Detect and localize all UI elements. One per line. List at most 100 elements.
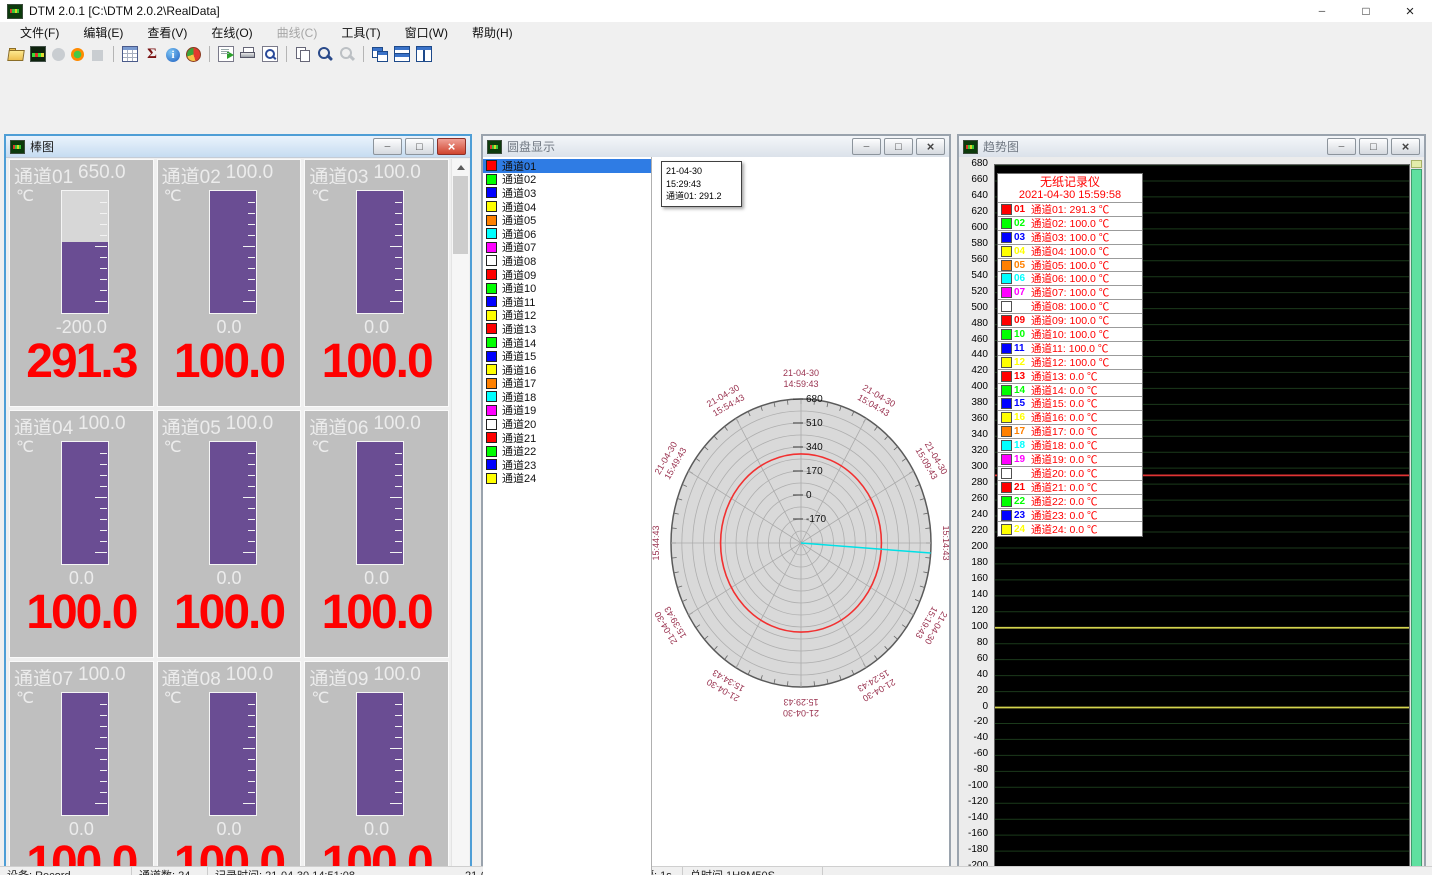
y-axis-tick-label: -60 [959, 748, 990, 759]
disc-window-maximize-button[interactable] [884, 138, 913, 155]
statistics-sigma-icon[interactable] [144, 46, 160, 62]
export-data-icon[interactable] [218, 46, 234, 62]
slider-bar[interactable] [1411, 169, 1422, 875]
bar-window-scrollbar[interactable] [451, 159, 469, 875]
bar-window-minimize-button[interactable] [373, 138, 402, 155]
app-maximize-button[interactable] [1344, 0, 1388, 22]
toolbar-separator [113, 46, 114, 62]
bar-chart-window: 棒图 通道01650.0℃-200.0291.3通道02100.0℃0.0100… [4, 134, 472, 875]
legend-channel-value: 通道10: 100.0 ℃ [1031, 328, 1109, 342]
bar-window-titlebar[interactable]: 棒图 [6, 136, 470, 158]
gauge-tick [100, 475, 107, 476]
trend-window-maximize-button[interactable] [1359, 138, 1388, 155]
y-axis-tick-label: 600 [959, 222, 990, 233]
record-icon[interactable] [71, 48, 84, 61]
menu-online[interactable]: 在线(O) [199, 24, 264, 41]
gauge-header: 通道01650.0 [10, 160, 153, 184]
app-close-button[interactable] [1388, 0, 1432, 22]
legend-channel-value: 通道22: 0.0 ℃ [1031, 495, 1098, 509]
realtime-chart-icon[interactable] [30, 46, 46, 62]
gauge-tick [395, 224, 402, 225]
disc-window-titlebar[interactable]: 圆盘显示 [483, 136, 949, 158]
trend-window-close-button[interactable] [1391, 138, 1420, 155]
print-preview-icon[interactable] [262, 46, 278, 62]
zoom-out-disabled-icon[interactable] [339, 46, 355, 62]
bar-gauge-cell: 通道03100.0℃0.0100.0 [304, 159, 449, 407]
legend-channel-number: 07 [1014, 287, 1031, 298]
application-window: DTM 2.0.1 [C:\DTM 2.0.2\RealData] 文件(F)编… [0, 0, 1432, 875]
y-axis-tick-label: 100 [959, 621, 990, 632]
channel-name: 通道08 [162, 664, 222, 686]
bar-window-close-button[interactable] [437, 138, 466, 155]
gauge-tick [395, 759, 402, 760]
print-icon[interactable] [240, 46, 256, 62]
status-item: 设备: Record [0, 867, 132, 875]
legend-color-swatch [1001, 232, 1012, 243]
channel-list-item[interactable]: 通道24 [483, 472, 651, 486]
legend-channel-value: 通道07: 100.0 ℃ [1031, 286, 1109, 300]
disc-window-close-button[interactable] [916, 138, 945, 155]
data-table-icon[interactable] [122, 46, 138, 62]
gauge-tick [248, 770, 255, 771]
legend-channel-number: 15 [1014, 398, 1031, 409]
gauge-tick [95, 497, 107, 498]
menu-window[interactable]: 窗口(W) [393, 24, 460, 41]
y-axis-tick-label: 540 [959, 270, 990, 281]
gauge-tick [248, 508, 255, 509]
y-axis-tick-label: 260 [959, 493, 990, 504]
gauge-header: 通道05100.0 [158, 411, 301, 435]
gauge-track [209, 441, 257, 565]
legend-row: 21通道21: 0.0 ℃ [998, 481, 1142, 495]
scrollbar-up-button[interactable] [452, 159, 469, 175]
gauge-unit: ℃ [311, 437, 329, 457]
tile-vertical-icon[interactable] [416, 46, 432, 62]
legend-channel-number: 17 [1014, 426, 1031, 437]
open-file-icon[interactable] [8, 46, 24, 62]
zoom-in-icon[interactable] [317, 46, 333, 62]
gauge-tick [395, 464, 402, 465]
trend-y-axis: 6806606406206005805605405205004804604404… [959, 157, 990, 875]
gauge-unit: ℃ [164, 186, 182, 206]
gauge-tick [248, 453, 255, 454]
gauge-tick [395, 453, 402, 454]
trend-window-minimize-button[interactable] [1327, 138, 1356, 155]
legend-color-swatch [1001, 524, 1012, 535]
status-circle-disabled-icon[interactable] [52, 48, 65, 61]
scrollbar-thumb[interactable] [453, 176, 468, 254]
legend-channel-number: 08 [1014, 301, 1031, 312]
gauge-tick [95, 748, 107, 749]
slider-top-handle[interactable] [1411, 160, 1422, 168]
disc-window-controls [849, 138, 945, 155]
info-icon[interactable] [166, 48, 180, 62]
trend-legend: 无纸记录仪 2021-04-30 15:59:58 01通道01: 291.3 … [997, 173, 1143, 537]
cascade-windows-icon[interactable] [372, 46, 388, 62]
copy-icon[interactable] [295, 46, 311, 62]
channel-name: 通道02 [162, 162, 222, 184]
app-minimize-button[interactable] [1300, 0, 1344, 22]
channel-color-swatch [486, 215, 497, 226]
channel-color-swatch [486, 446, 497, 457]
legend-row: 05通道05: 100.0 ℃ [998, 259, 1142, 273]
gauge-tick [100, 508, 107, 509]
trend-vertical-slider[interactable] [1410, 160, 1423, 875]
channel-color-swatch [486, 255, 497, 266]
trend-window-titlebar[interactable]: 趋势图 [959, 136, 1424, 158]
disc-window-title: 圆盘显示 [507, 138, 555, 155]
gauge-fill [62, 242, 108, 313]
legend-datetime: 2021-04-30 15:59:58 [998, 189, 1142, 203]
y-axis-tick-label: 660 [959, 174, 990, 185]
menu-help[interactable]: 帮助(H) [460, 24, 525, 41]
legend-channel-number: 13 [1014, 371, 1031, 382]
y-axis-tick-label: -40 [959, 732, 990, 743]
legend-channel-number: 10 [1014, 329, 1031, 340]
tile-horizontal-icon[interactable] [394, 46, 410, 62]
menu-file[interactable]: 文件(F) [8, 24, 71, 41]
stop-disabled-icon[interactable] [92, 50, 103, 61]
menu-view[interactable]: 查看(V) [135, 24, 199, 41]
gauge-tick [395, 737, 402, 738]
menu-tools[interactable]: 工具(T) [329, 24, 392, 41]
menu-edit[interactable]: 编辑(E) [71, 24, 135, 41]
pie-chart-icon[interactable] [186, 47, 201, 62]
disc-window-minimize-button[interactable] [852, 138, 881, 155]
bar-window-maximize-button[interactable] [405, 138, 434, 155]
